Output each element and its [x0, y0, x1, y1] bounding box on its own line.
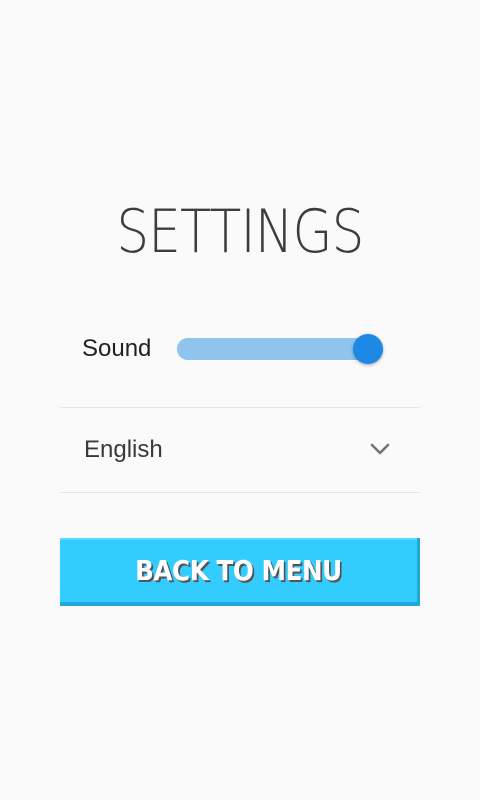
- chevron-down-icon: [370, 443, 390, 455]
- language-select[interactable]: English: [60, 408, 420, 492]
- back-to-menu-label: BACK TO MENU: [135, 554, 342, 587]
- sound-label: Sound: [82, 335, 152, 362]
- divider-bottom: [60, 492, 420, 493]
- sound-setting: Sound: [82, 330, 402, 368]
- sound-slider[interactable]: [177, 334, 383, 364]
- sound-slider-fill: [177, 338, 379, 360]
- page-title: SETTINGS: [34, 192, 447, 272]
- back-to-menu-button[interactable]: BACK TO MENU: [60, 538, 420, 606]
- page-title-text: SETTINGS: [116, 197, 364, 267]
- language-selected-value: English: [84, 436, 163, 463]
- sound-slider-thumb[interactable]: [353, 334, 383, 364]
